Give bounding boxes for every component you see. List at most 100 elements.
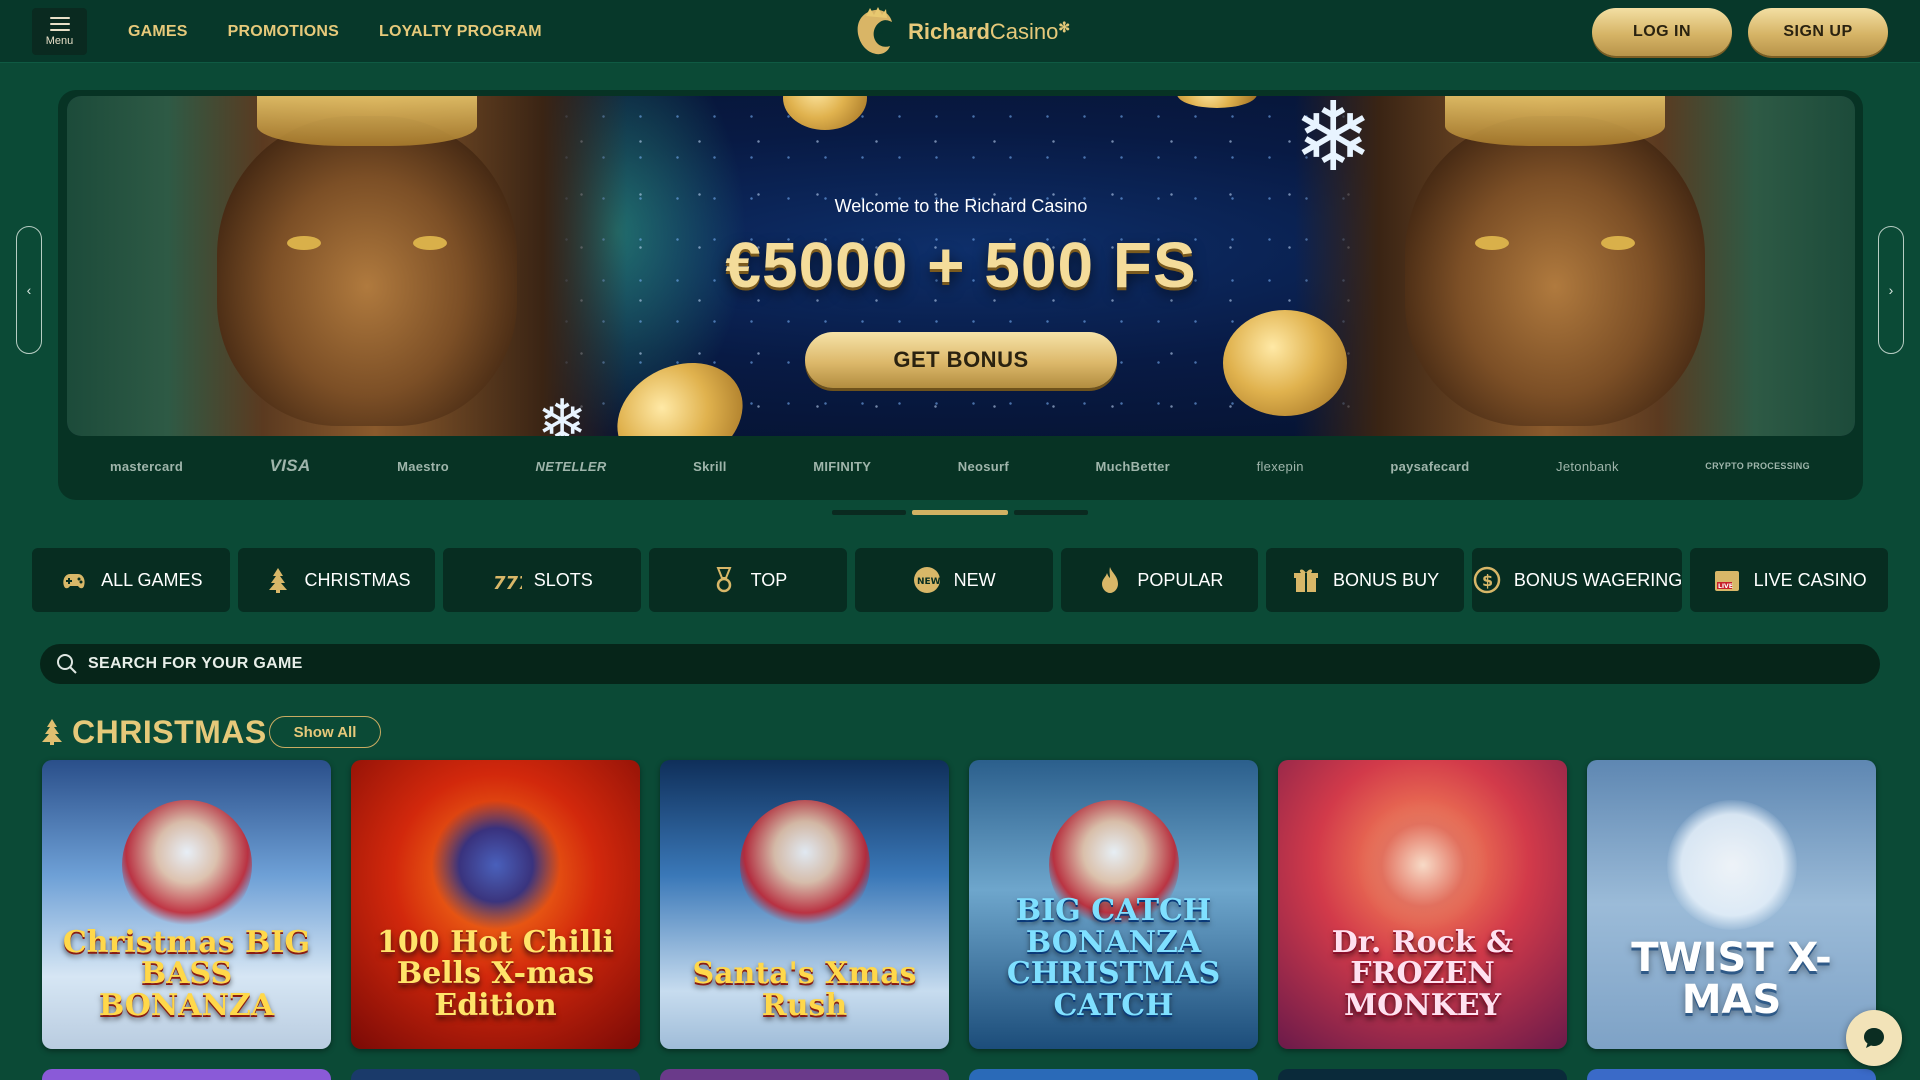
- game-card[interactable]: [1278, 1069, 1567, 1080]
- payment-methods: mastercard VISA Maestro NETELLER Skrill …: [110, 452, 1810, 480]
- flame-icon: [1102, 567, 1119, 593]
- lion-logo-icon: [857, 7, 892, 55]
- brand-name-bold: Richard: [908, 19, 990, 44]
- hero-content: Welcome to the Richard Casino €5000 + 50…: [67, 96, 1855, 436]
- game-art: [739, 800, 870, 930]
- game-card[interactable]: Christmas BIG BASS BONANZA: [42, 760, 331, 1049]
- nav-games[interactable]: GAMES: [128, 23, 188, 41]
- payment-logo: Jetonbank: [1556, 458, 1619, 474]
- game-art: [121, 800, 252, 930]
- game-title: TWIST X-MAS: [1631, 935, 1832, 1023]
- new-badge-icon: NEW: [913, 567, 940, 593]
- svg-text:$: $: [1482, 571, 1493, 590]
- category-tabs: ALL GAMES CHRISTMAS 777 SLOTS TOP NEW NE…: [32, 548, 1888, 612]
- carousel-dot-active[interactable]: [912, 510, 1008, 515]
- game-art: [1666, 800, 1797, 930]
- medal-icon: [716, 567, 732, 593]
- carousel-dot[interactable]: [1014, 510, 1088, 515]
- tab-label: BONUS BUY: [1333, 569, 1440, 590]
- hero-offer-title: €5000 + 500 FS: [725, 229, 1197, 301]
- carousel-prev-button[interactable]: ‹: [16, 226, 42, 354]
- game-card[interactable]: [660, 1069, 949, 1080]
- top-nav: GAMES PROMOTIONS LOYALTY PROGRAM: [128, 0, 542, 63]
- hamburger-icon: [49, 16, 70, 31]
- game-card[interactable]: Dr. Rock & FROZEN MONKEY: [1278, 760, 1567, 1049]
- login-button[interactable]: LOG IN: [1592, 8, 1732, 56]
- payment-logo: paysafecard: [1390, 458, 1470, 474]
- tab-top[interactable]: TOP: [649, 548, 847, 612]
- payment-logo: NETELLER: [535, 458, 607, 474]
- game-card[interactable]: TWIST X-MAS: [1587, 760, 1876, 1049]
- game-title: Santa's Xmas Rush: [692, 956, 917, 1023]
- payment-logo: CRYPTO PROCESSING: [1705, 461, 1810, 471]
- top-header: Menu GAMES PROMOTIONS LOYALTY PROGRAM Ri…: [0, 0, 1920, 63]
- svg-text:777: 777: [493, 573, 522, 594]
- gift-icon: [1294, 569, 1319, 592]
- game-art: [430, 800, 561, 930]
- game-grid-row-2: [42, 1069, 1878, 1080]
- get-bonus-button[interactable]: GET BONUS: [805, 332, 1117, 388]
- tab-label: BONUS WAGERING: [1513, 569, 1683, 590]
- slots-777-icon: 777: [493, 573, 522, 594]
- game-card[interactable]: 100 Hot Chilli Bells X-mas Edition: [351, 760, 640, 1049]
- payment-logo: Skrill: [693, 458, 727, 474]
- tab-new[interactable]: NEW NEW: [854, 548, 1053, 612]
- live-chat-button[interactable]: [1846, 1010, 1902, 1066]
- tab-label: LIVE CASINO: [1753, 569, 1867, 590]
- brand-name-light: Casino: [989, 19, 1059, 44]
- carousel-dot[interactable]: [832, 510, 906, 515]
- nav-loyalty-program[interactable]: LOYALTY PROGRAM: [379, 23, 542, 41]
- game-card[interactable]: Santa's Xmas Rush: [660, 760, 949, 1049]
- hero-welcome-text: Welcome to the Richard Casino: [834, 196, 1088, 216]
- payment-logo: Neosurf: [957, 458, 1009, 474]
- nav-promotions[interactable]: PROMOTIONS: [228, 23, 339, 41]
- show-all-button[interactable]: Show All: [269, 716, 381, 748]
- live-casino-icon: LIVE: [1714, 571, 1739, 591]
- game-card[interactable]: [1587, 1069, 1876, 1080]
- tab-label: CHRISTMAS: [304, 569, 411, 590]
- payment-logo: VISA: [269, 456, 311, 475]
- carousel-next-button[interactable]: ›: [1878, 226, 1904, 354]
- payment-logo: flexepin: [1256, 458, 1304, 474]
- tab-popular[interactable]: POPULAR: [1060, 548, 1259, 612]
- payment-logo: mastercard: [110, 458, 184, 474]
- payment-logo: Maestro: [397, 458, 450, 474]
- game-card[interactable]: [969, 1069, 1258, 1080]
- game-grid: Christmas BIG BASS BONANZA 100 Hot Chill…: [42, 760, 1878, 1049]
- game-card[interactable]: [42, 1069, 331, 1080]
- game-title: BIG CATCH BONANZA CHRISTMAS CATCH: [1006, 893, 1221, 1023]
- tab-christmas[interactable]: CHRISTMAS: [237, 548, 436, 612]
- game-title: Dr. Rock & FROZEN MONKEY: [1331, 924, 1514, 1023]
- menu-label: Menu: [45, 34, 74, 47]
- carousel-indicators: [832, 510, 1088, 515]
- chevron-right-icon: ›: [1888, 282, 1894, 298]
- payment-logo: MIFINITY: [813, 458, 872, 474]
- search-input[interactable]: [88, 655, 1788, 673]
- payment-logo: MuchBetter: [1095, 458, 1171, 474]
- christmas-tree-icon: [268, 568, 287, 593]
- chat-bubble-icon: [1864, 1028, 1884, 1048]
- tab-label: NEW: [953, 569, 996, 590]
- tab-bonus-wagering[interactable]: $ BONUS WAGERING: [1471, 548, 1683, 612]
- tab-bonus-buy[interactable]: BONUS BUY: [1266, 548, 1464, 612]
- game-art: [1357, 800, 1488, 930]
- christmas-tree-icon: [42, 719, 62, 745]
- chevron-left-icon: ‹: [26, 282, 32, 298]
- game-title: 100 Hot Chilli Bells X-mas Edition: [377, 924, 614, 1023]
- tab-all-games[interactable]: ALL GAMES: [32, 548, 230, 612]
- game-card[interactable]: BIG CATCH BONANZA CHRISTMAS CATCH: [969, 760, 1258, 1049]
- game-title: Christmas BIG BASS BONANZA: [62, 924, 311, 1023]
- menu-button[interactable]: Menu: [32, 8, 87, 55]
- coin-cycle-icon: $: [1473, 566, 1501, 594]
- search-icon: [57, 654, 77, 674]
- signup-button[interactable]: SIGN UP: [1748, 8, 1888, 56]
- hero-banner[interactable]: ❄ ❄ Welcome to the Richard Casino €5000 …: [67, 96, 1855, 436]
- svg-text:LIVE: LIVE: [1718, 583, 1733, 590]
- section-title: CHRISTMAS: [72, 713, 267, 750]
- tab-label: SLOTS: [533, 569, 593, 590]
- game-card[interactable]: [351, 1069, 640, 1080]
- tab-slots[interactable]: 777 SLOTS: [443, 548, 642, 612]
- tab-live-casino[interactable]: LIVE LIVE CASINO: [1690, 548, 1888, 612]
- snowflake-icon: ✻: [1058, 19, 1071, 35]
- brand-logo[interactable]: RichardCasino✻: [848, 6, 1070, 58]
